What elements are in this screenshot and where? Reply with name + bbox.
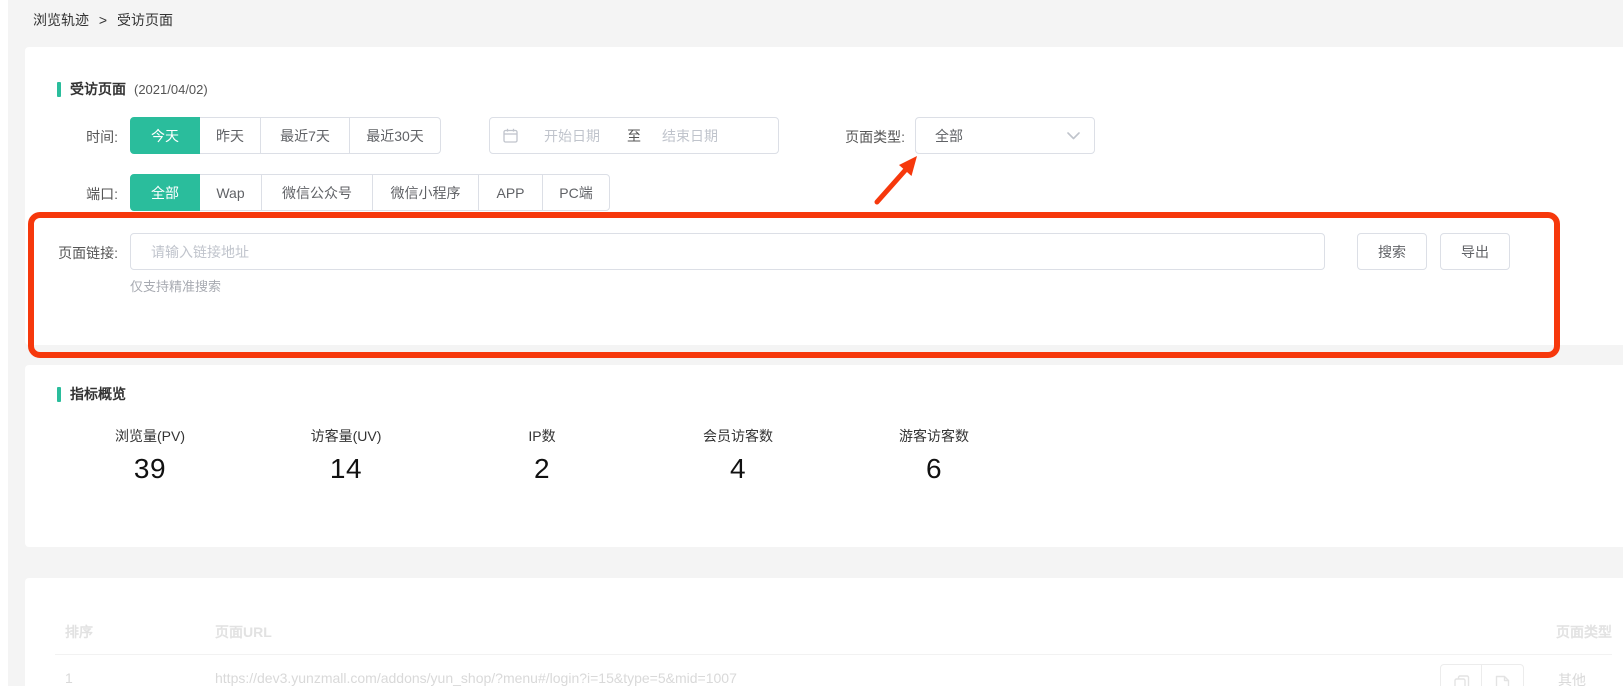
end-date-input[interactable]: 结束日期 (662, 126, 718, 146)
page: 浏览轨迹 > 受访页面 受访页面 (2021/04/02) 时间: 今天 昨天 … (0, 0, 1623, 686)
metric-value: 39 (52, 453, 248, 485)
metric-value: 2 (444, 453, 640, 485)
page-type-selected-value: 全部 (935, 126, 1067, 146)
document-icon (1495, 675, 1510, 686)
port-option-wechat-official[interactable]: 微信公众号 (261, 174, 373, 211)
metric-guest-visitors: 游客访客数 6 (836, 426, 1032, 485)
page-type-label: 页面类型: (833, 127, 905, 147)
table-row-type: 其他 (1558, 670, 1586, 686)
metric-uv: 访客量(UV) 14 (248, 426, 444, 485)
port-filter-label: 端口: (34, 184, 118, 204)
copy-url-button[interactable] (1440, 664, 1483, 686)
view-document-button[interactable] (1481, 664, 1524, 686)
metric-value: 4 (640, 453, 836, 485)
port-filter-group: 全部 Wap 微信公众号 微信小程序 APP PC端 (130, 174, 610, 211)
table-header-divider (55, 654, 1612, 655)
port-option-pc[interactable]: PC端 (542, 174, 610, 211)
port-option-wap[interactable]: Wap (199, 174, 262, 211)
metric-label: 会员访客数 (640, 426, 836, 446)
metric-label: 游客访客数 (836, 426, 1032, 446)
chevron-down-icon (1067, 132, 1080, 140)
date-range-separator: 至 (490, 126, 778, 146)
port-option-wechat-miniprogram[interactable]: 微信小程序 (372, 174, 479, 211)
table-header-url: 页面URL (215, 622, 272, 642)
page-link-label: 页面链接: (34, 243, 118, 263)
port-option-all[interactable]: 全部 (130, 174, 200, 211)
search-button[interactable]: 搜索 (1357, 233, 1427, 270)
copy-icon (1454, 675, 1470, 686)
time-option-yesterday[interactable]: 昨天 (199, 117, 261, 154)
metric-pv: 浏览量(PV) 39 (52, 426, 248, 485)
page-title: 受访页面 (70, 79, 126, 99)
metric-label: 浏览量(PV) (52, 426, 248, 446)
port-option-app[interactable]: APP (478, 174, 543, 211)
metrics-title: 指标概览 (70, 384, 126, 404)
date-range-picker[interactable]: 开始日期 至 结束日期 (489, 117, 779, 154)
search-hint-text: 仅支持精准搜索 (130, 276, 221, 295)
page-type-select[interactable]: 全部 (915, 117, 1095, 154)
time-filter-label: 时间: (34, 127, 118, 147)
time-option-last30days[interactable]: 最近30天 (349, 117, 441, 154)
page-link-input[interactable] (130, 233, 1325, 270)
title-accent-bar (57, 387, 61, 402)
table-header-rank: 排序 (65, 622, 93, 642)
time-option-today[interactable]: 今天 (130, 117, 200, 154)
table-row-url[interactable]: https://dev3.yunzmall.com/addons/yun_sho… (215, 670, 737, 686)
metrics-row: 浏览量(PV) 39 访客量(UV) 14 IP数 2 会员访客数 4 游客访客… (52, 426, 1032, 485)
metric-ip-count: IP数 2 (444, 426, 640, 485)
breadcrumb-separator: > (99, 12, 107, 28)
table-row-rank: 1 (65, 670, 73, 686)
filter-card-title: 受访页面 (2021/04/02) (57, 79, 208, 99)
export-button[interactable]: 导出 (1440, 233, 1510, 270)
left-edge-strip (0, 0, 8, 686)
breadcrumb: 浏览轨迹 > 受访页面 (33, 10, 173, 30)
metric-member-visitors: 会员访客数 4 (640, 426, 836, 485)
breadcrumb-item-browse-trail[interactable]: 浏览轨迹 (33, 12, 89, 28)
time-option-last7days[interactable]: 最近7天 (260, 117, 350, 154)
title-accent-bar (57, 82, 61, 97)
table-header-type: 页面类型 (1537, 622, 1612, 642)
title-date-note: (2021/04/02) (134, 82, 208, 97)
metric-value: 14 (248, 453, 444, 485)
metric-label: 访客量(UV) (248, 426, 444, 446)
metric-label: IP数 (444, 426, 640, 446)
time-filter-group: 今天 昨天 最近7天 最近30天 (130, 117, 441, 154)
metric-value: 6 (836, 453, 1032, 485)
metrics-card-title: 指标概览 (57, 384, 126, 404)
breadcrumb-item-visited-pages: 受访页面 (117, 12, 173, 28)
